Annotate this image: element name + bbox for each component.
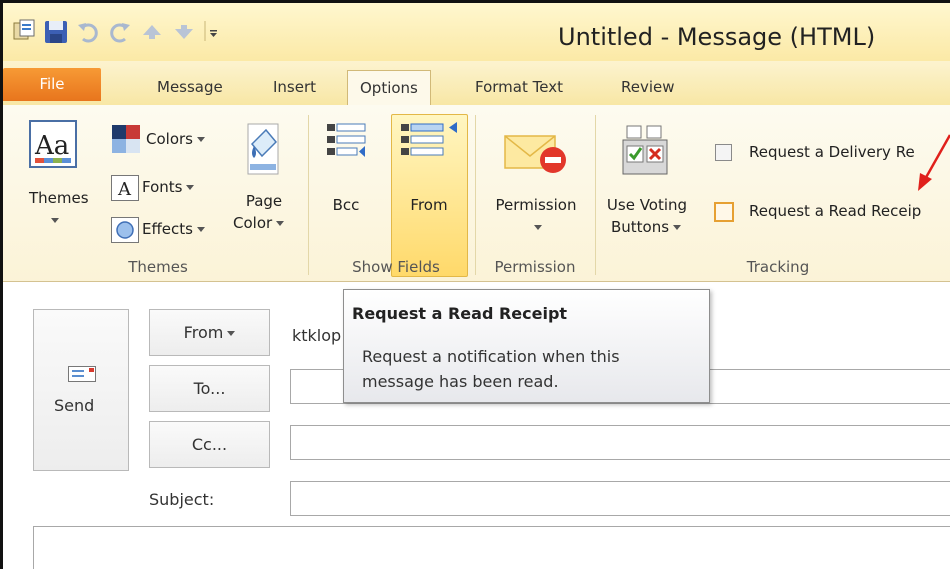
chevron-down-icon bbox=[673, 225, 682, 230]
page-color-label-line2[interactable]: Color bbox=[233, 214, 285, 233]
fonts-icon[interactable]: A bbox=[111, 175, 139, 205]
group-separator bbox=[475, 115, 476, 275]
send-label: Send bbox=[54, 396, 95, 415]
colors-icon[interactable] bbox=[111, 124, 141, 158]
tab-insert[interactable]: Insert bbox=[261, 70, 328, 105]
paint-bucket-icon[interactable] bbox=[246, 122, 280, 180]
envelope-no-entry-icon[interactable] bbox=[503, 130, 569, 180]
save-icon[interactable] bbox=[43, 17, 69, 45]
tab-review[interactable]: Review bbox=[609, 70, 687, 105]
voting-ballot-icon[interactable] bbox=[621, 124, 669, 180]
page-color-label-line1[interactable]: Page bbox=[239, 192, 289, 211]
redo-icon[interactable] bbox=[107, 17, 133, 45]
tab-file[interactable]: File bbox=[3, 68, 101, 101]
outlook-message-window: Untitled - Message (HTML) File Message I… bbox=[0, 0, 950, 569]
delivery-receipt-label[interactable]: Request a Delivery Re bbox=[749, 143, 915, 162]
read-receipt-tooltip: Request a Read Receipt Request a notific… bbox=[343, 289, 710, 403]
tab-format-text[interactable]: Format Text bbox=[463, 70, 575, 105]
send-envelope-icon bbox=[68, 366, 96, 386]
voting-label-line1[interactable]: Use Voting bbox=[601, 196, 693, 215]
colors-label[interactable]: Colors bbox=[146, 130, 205, 149]
themes-button-label[interactable]: Themes bbox=[29, 189, 89, 208]
from-field-icon[interactable] bbox=[399, 122, 459, 168]
themes-dropdown-caret[interactable] bbox=[43, 211, 63, 230]
from-label[interactable]: From bbox=[401, 196, 457, 215]
app-icon[interactable] bbox=[11, 17, 37, 45]
title-bar: Untitled - Message (HTML) bbox=[3, 3, 950, 61]
read-receipt-checkbox[interactable] bbox=[714, 202, 734, 222]
send-button[interactable]: Send bbox=[33, 309, 129, 471]
tooltip-title: Request a Read Receipt bbox=[352, 304, 568, 323]
chevron-down-icon bbox=[227, 331, 236, 336]
group-separator bbox=[595, 115, 596, 275]
undo-icon[interactable] bbox=[75, 17, 101, 45]
message-body[interactable] bbox=[33, 526, 950, 569]
to-button[interactable]: To... bbox=[149, 365, 270, 412]
chevron-down-icon bbox=[276, 221, 285, 226]
permission-label[interactable]: Permission bbox=[481, 196, 591, 215]
ribbon-tabs: File Message Insert Options Format Text … bbox=[3, 61, 950, 106]
subject-input[interactable] bbox=[290, 481, 950, 516]
bcc-icon[interactable] bbox=[325, 122, 367, 168]
up-arrow-icon[interactable] bbox=[139, 17, 165, 45]
fonts-label[interactable]: Fonts bbox=[142, 178, 195, 197]
cc-button[interactable]: Cc... bbox=[149, 421, 270, 468]
group-label-tracking: Tracking bbox=[746, 258, 810, 276]
delivery-receipt-checkbox[interactable] bbox=[715, 144, 732, 161]
down-arrow-icon[interactable] bbox=[171, 17, 197, 45]
themes-icon[interactable]: Aa bbox=[29, 120, 77, 172]
group-label-themes: Themes bbox=[128, 258, 188, 276]
annotation-arrow-icon bbox=[908, 133, 950, 197]
voting-label-line2[interactable]: Buttons bbox=[611, 218, 682, 237]
permission-dropdown[interactable] bbox=[526, 218, 546, 237]
effects-label[interactable]: Effects bbox=[142, 220, 205, 239]
cc-input[interactable] bbox=[290, 425, 950, 460]
svg-text:Aa: Aa bbox=[34, 131, 69, 161]
group-separator bbox=[308, 115, 309, 275]
subject-label: Subject: bbox=[149, 490, 215, 509]
tooltip-body: Request a notification when this message… bbox=[362, 347, 620, 391]
group-label-show-fields: Show Fields bbox=[352, 258, 440, 276]
tab-options[interactable]: Options bbox=[347, 70, 431, 106]
from-value: ktklop bbox=[292, 326, 342, 345]
chevron-down-icon bbox=[186, 185, 195, 190]
chevron-down-icon bbox=[196, 227, 205, 232]
read-receipt-label[interactable]: Request a Read Receip bbox=[749, 202, 921, 221]
customize-qat-icon[interactable] bbox=[203, 17, 219, 45]
tab-message[interactable]: Message bbox=[145, 70, 235, 105]
svg-text:A: A bbox=[117, 179, 132, 200]
chevron-down-icon bbox=[196, 137, 205, 142]
quick-access-toolbar bbox=[11, 17, 219, 45]
effects-icon[interactable] bbox=[111, 217, 139, 247]
chevron-down-icon bbox=[51, 218, 59, 223]
bcc-label[interactable]: Bcc bbox=[323, 196, 369, 215]
chevron-down-icon bbox=[534, 225, 542, 230]
from-button[interactable]: From bbox=[149, 309, 270, 356]
group-label-permission: Permission bbox=[494, 258, 576, 276]
window-title: Untitled - Message (HTML) bbox=[558, 23, 876, 51]
